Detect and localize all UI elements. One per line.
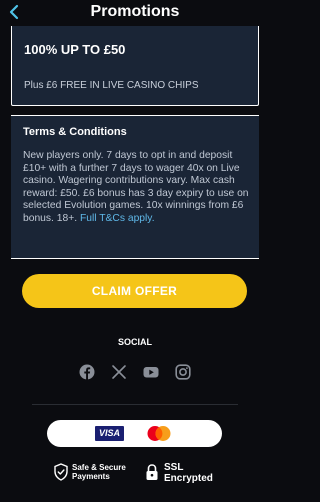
safe-secure-badge: Safe & Secure Payments <box>54 461 138 485</box>
mastercard-icon <box>147 426 171 441</box>
facebook-icon[interactable] <box>79 364 95 380</box>
ssl-badge: SSL Encrypted <box>145 461 225 485</box>
x-icon[interactable] <box>111 364 127 380</box>
claim-offer-label: CLAIM OFFER <box>91 284 178 298</box>
header-bar: Promotions <box>0 0 270 26</box>
terms-title: Terms & Conditions <box>23 126 127 138</box>
social-title: SOCIAL <box>117 337 152 347</box>
instagram-icon[interactable] <box>175 364 191 380</box>
youtube-icon[interactable] <box>143 364 159 380</box>
terms-card: Terms & Conditions New players only. 7 d… <box>11 115 259 259</box>
payment-methods: VISA <box>47 420 222 447</box>
safe-line-1: Safe & Secure <box>72 463 126 472</box>
offer-subline: Plus £6 FREE IN LIVE CASINO CHIPS <box>24 80 199 91</box>
safe-line-2: Payments <box>72 472 110 481</box>
page-title: Promotions <box>90 3 180 20</box>
offer-headline: 100% UP TO £50 <box>24 42 126 57</box>
footer-divider <box>32 404 238 405</box>
offer-card: 100% UP TO £50 Plus £6 FREE IN LIVE CASI… <box>11 26 259 106</box>
lock-icon <box>146 464 158 480</box>
shield-check-icon <box>54 463 68 481</box>
visa-logo: VISA <box>95 426 124 441</box>
ssl-text: SSL Encrypted <box>164 462 213 484</box>
claim-offer-button[interactable]: CLAIM OFFER <box>22 274 247 308</box>
ssl-line-1: SSL <box>164 462 184 473</box>
ssl-line-2: Encrypted <box>164 473 213 484</box>
full-tcs-link[interactable]: Full T&Cs apply. <box>80 213 155 224</box>
terms-body: New players only. 7 days to opt in and d… <box>23 150 249 225</box>
safe-secure-text: Safe & Secure Payments <box>72 463 126 481</box>
